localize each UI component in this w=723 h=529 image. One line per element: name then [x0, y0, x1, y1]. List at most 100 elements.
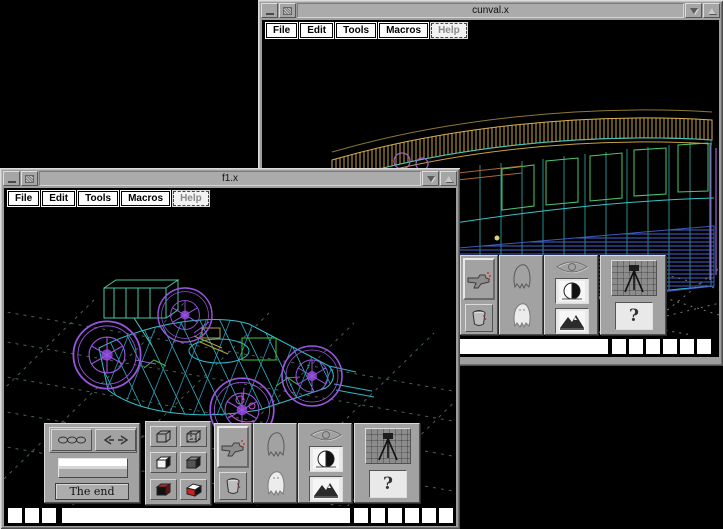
menu-macros[interactable]: Macros: [121, 191, 170, 206]
window-pattern-button[interactable]: [279, 3, 296, 18]
window-menu-button[interactable]: [261, 3, 278, 18]
question-mark-icon: ?: [629, 308, 639, 325]
render-scene-button[interactable]: [309, 476, 343, 502]
wireframe-cube-hidden-icon: [184, 429, 204, 445]
menu-tools[interactable]: Tools: [78, 191, 118, 206]
eye-icon: [554, 259, 590, 275]
help-button[interactable]: ?: [615, 302, 653, 330]
spray-gun-button[interactable]: [463, 258, 495, 300]
filmstrip-cell[interactable]: [646, 339, 660, 354]
ghost-solid-button[interactable]: [262, 466, 290, 500]
panel-actions: The end: [44, 423, 140, 503]
ghost-outline-button[interactable]: [508, 260, 536, 292]
menu-help[interactable]: Help: [173, 191, 209, 206]
panel-camera-help: ?: [354, 423, 420, 503]
filmstrip-bar[interactable]: [62, 508, 350, 523]
triangle-up-icon: [445, 176, 453, 182]
menu-file[interactable]: File: [8, 191, 39, 206]
triangle-up-icon: [708, 8, 716, 14]
window-menu-line-icon: [266, 13, 274, 15]
red-cube-icon: [154, 482, 174, 498]
ghost-solid-icon: [265, 470, 287, 496]
viewport-front[interactable]: File Edit Tools Macros Help: [4, 188, 456, 506]
red-cube-alt-button[interactable]: [180, 479, 207, 500]
render-sphere-button[interactable]: [555, 278, 589, 304]
shaded-cube-dark-icon: [184, 455, 204, 471]
chain-button[interactable]: [51, 429, 92, 451]
desktop: cunval.x: [0, 0, 723, 529]
panel-paint: [214, 423, 252, 503]
wireframe-cube-icon: [154, 429, 174, 445]
paint-bucket-button[interactable]: [465, 304, 493, 332]
filmstrip-cell[interactable]: [8, 508, 22, 523]
filmstrip-cell[interactable]: [439, 508, 453, 523]
paint-bucket-icon: [469, 308, 489, 328]
red-cube-button[interactable]: [150, 479, 177, 500]
filmstrip-cell[interactable]: [371, 508, 385, 523]
render-sphere-icon: [313, 449, 339, 469]
filmstrip-cell[interactable]: [25, 508, 39, 523]
menu-edit[interactable]: Edit: [42, 191, 75, 206]
menu-tools[interactable]: Tools: [336, 23, 376, 38]
swap-arrows-icon: [101, 434, 131, 446]
camera-tripod-button[interactable]: [611, 260, 657, 296]
swap-arrows-button[interactable]: [95, 429, 136, 451]
render-scene-icon: [313, 479, 339, 499]
the-end-button[interactable]: The end: [55, 483, 129, 500]
camera-tripod-button[interactable]: [365, 428, 411, 464]
ghost-solid-button[interactable]: [508, 298, 536, 332]
filmstrip-cell[interactable]: [612, 339, 626, 354]
camera-tripod-icon: [371, 431, 405, 461]
maximize-button[interactable]: [703, 3, 720, 18]
spray-gun-icon: [220, 437, 246, 457]
menu-file[interactable]: File: [266, 23, 297, 38]
filmstrip-cell[interactable]: [663, 339, 677, 354]
minimize-button[interactable]: [685, 3, 702, 18]
menu-macros[interactable]: Macros: [379, 23, 428, 38]
panel-render: [298, 423, 352, 503]
window-title: cunval.x: [297, 3, 684, 18]
filmstrip-cell[interactable]: [629, 339, 643, 354]
question-mark-icon: ?: [383, 476, 393, 493]
filmstrip-cell[interactable]: [422, 508, 436, 523]
wireframe-cube-button[interactable]: [150, 426, 177, 447]
panel-render: [544, 255, 598, 335]
menu-help[interactable]: Help: [431, 23, 467, 38]
triangle-down-icon: [690, 8, 698, 14]
filmstrip-cell[interactable]: [697, 339, 711, 354]
menubar-back: File Edit Tools Macros Help: [266, 23, 467, 38]
window-menu-line-icon: [8, 181, 16, 183]
filmstrip-cell[interactable]: [680, 339, 694, 354]
minimize-button[interactable]: [422, 171, 439, 186]
paint-bucket-button[interactable]: [219, 472, 247, 500]
menu-edit[interactable]: Edit: [300, 23, 333, 38]
panel-ghost: [499, 255, 543, 335]
window-pattern-button[interactable]: [21, 171, 38, 186]
chain-icon: [57, 434, 87, 446]
render-scene-button[interactable]: [555, 308, 589, 334]
filmstrip-front: [4, 506, 456, 526]
window-pattern-icon: [25, 175, 34, 183]
filmstrip-cell[interactable]: [388, 508, 402, 523]
action-bar-button[interactable]: [58, 458, 128, 478]
spray-gun-icon: [466, 269, 492, 289]
ghost-outline-button[interactable]: [262, 428, 290, 460]
window-menu-button[interactable]: [3, 171, 20, 186]
shaded-cube-dark-button[interactable]: [180, 452, 207, 473]
render-sphere-button[interactable]: [309, 446, 343, 472]
filmstrip-cell[interactable]: [42, 508, 56, 523]
menubar-front: File Edit Tools Macros Help: [8, 191, 209, 206]
panel-camera-help: ?: [600, 255, 666, 335]
panel-paint: [460, 255, 498, 335]
maximize-button[interactable]: [440, 171, 457, 186]
shaded-cube-light-button[interactable]: [150, 452, 177, 473]
window-pattern-icon: [283, 7, 292, 15]
spray-gun-button[interactable]: [217, 426, 249, 468]
filmstrip-cell[interactable]: [405, 508, 419, 523]
wireframe-cube-hidden-button[interactable]: [180, 426, 207, 447]
action-group: [49, 427, 137, 453]
help-button[interactable]: ?: [369, 470, 407, 498]
filmstrip-cell[interactable]: [354, 508, 368, 523]
render-sphere-icon: [559, 281, 585, 301]
ghost-outline-icon: [265, 431, 287, 457]
